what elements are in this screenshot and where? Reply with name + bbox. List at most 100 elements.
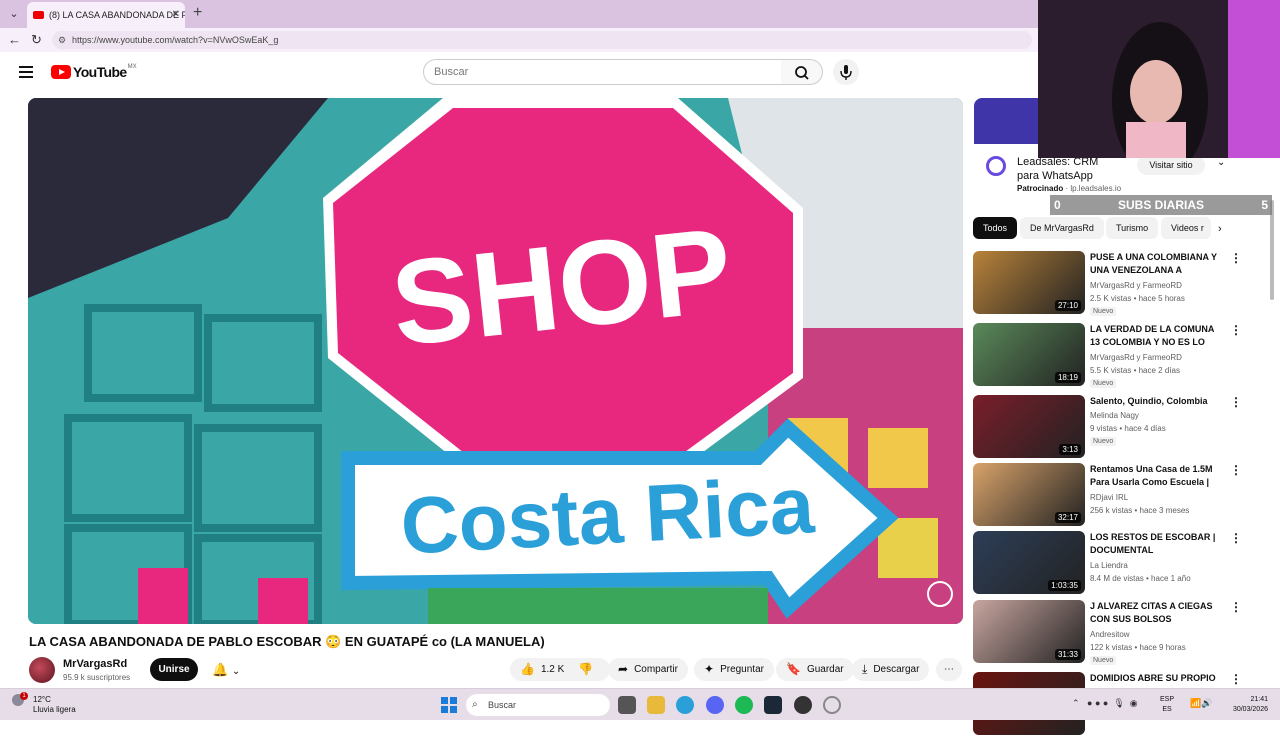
- visit-site-button[interactable]: Visitar sitio: [1137, 155, 1205, 175]
- discord-icon[interactable]: [706, 696, 724, 714]
- close-tab-icon[interactable]: ✕: [172, 2, 180, 28]
- recommendation-item[interactable]: 31:33 J ALVAREZ CITAS A CIEGAS CON SUS BO…: [973, 600, 1253, 665]
- browser-tab[interactable]: (8) LA CASA ABANDONADA DE PA ✕: [27, 2, 185, 28]
- search-button[interactable]: [781, 59, 823, 85]
- download-button[interactable]: ⤓ Descargar: [852, 658, 930, 681]
- edge-browser-icon[interactable]: [676, 696, 694, 714]
- ask-button[interactable]: ✦ Preguntar: [694, 658, 774, 681]
- address-bar-row: ← ↻ ⚙ https://www.youtube.com/watch?v=NV…: [0, 28, 1040, 52]
- start-windows-icon[interactable]: [440, 696, 458, 714]
- channel-watermark-icon[interactable]: [927, 581, 953, 607]
- chip-tourism[interactable]: Turismo: [1106, 217, 1159, 239]
- recommendation-title[interactable]: DOMIDIOS ABRE SU PROPIO: [1090, 672, 1226, 685]
- video-title: LA CASA ABANDONADA DE PABLO ESCOBAR 😳 EN…: [29, 634, 545, 649]
- recommendation-item[interactable]: 1:03:35 LOS RESTOS DE ESCOBAR | DOCUMENTA…: [973, 531, 1253, 595]
- notifications-button[interactable]: 🔔 ⌄: [206, 658, 250, 681]
- recommendation-meta: 5.5 K vistas • hace 2 días: [1090, 366, 1180, 375]
- recommendation-title[interactable]: PUSE A UNA COLOMBIANA Y UNA VENEZOLANA A…: [1090, 251, 1226, 278]
- keyboard-layout: ES: [1162, 706, 1172, 713]
- spotify-icon[interactable]: [735, 696, 753, 714]
- more-options-icon[interactable]: ⋮: [1230, 600, 1242, 614]
- more-options-icon[interactable]: ⋮: [1230, 395, 1242, 409]
- recommendation-channel[interactable]: Melinda Nagy: [1090, 411, 1139, 420]
- chip-all[interactable]: Todos: [973, 217, 1018, 239]
- new-tab-icon[interactable]: +: [193, 4, 202, 22]
- save-button[interactable]: 🔖 Guardar: [776, 658, 854, 681]
- chevron-right-icon[interactable]: ›: [1218, 223, 1222, 235]
- system-tray[interactable]: ⌃ ● ● ● 🎙 ◉: [1072, 698, 1138, 709]
- share-button[interactable]: ➦ Compartir: [608, 658, 688, 681]
- recommendation-title[interactable]: Salento, Quindio, Colombia: [1090, 395, 1226, 408]
- recommendation-item[interactable]: 3:13 Salento, Quindio, Colombia Melinda Na…: [973, 395, 1253, 459]
- ad-banner-image[interactable]: [974, 98, 1040, 144]
- like-button[interactable]: 👍 1.2 K 👎: [510, 658, 610, 681]
- recommendation-title[interactable]: LOS RESTOS DE ESCOBAR | DOCUMENTAL: [1090, 531, 1226, 557]
- search-icon: [795, 66, 809, 80]
- voice-search-button[interactable]: [833, 59, 859, 85]
- youtube-play-icon: [51, 65, 71, 79]
- task-view-icon[interactable]: [618, 696, 636, 714]
- chip-videos[interactable]: Videos r: [1161, 217, 1211, 239]
- recommendation-channel[interactable]: RDjavi IRL: [1090, 493, 1128, 502]
- video-player[interactable]: SHOP Costa Rica: [28, 98, 963, 624]
- reload-icon[interactable]: ↻: [31, 32, 42, 48]
- thumbs-down-icon[interactable]: 👎: [578, 658, 593, 681]
- subs-counter-goal: 5: [1261, 198, 1268, 212]
- site-info-icon[interactable]: ⚙: [58, 31, 66, 49]
- more-options-icon[interactable]: ⋮: [1230, 463, 1242, 477]
- video-thumbnail[interactable]: 32:17: [973, 463, 1085, 526]
- recommendation-title[interactable]: LA VERDAD DE LA COMUNA 13 COLOMBIA Y NO …: [1090, 323, 1226, 350]
- recommendation-title[interactable]: J ALVAREZ CITAS A CIEGAS CON SUS BOLSOS: [1090, 600, 1226, 626]
- app-icon[interactable]: [823, 696, 841, 714]
- wifi-volume-icon[interactable]: 📶🔊: [1190, 698, 1212, 709]
- ad-title[interactable]: Leadsales: CRM para WhatsApp: [1017, 155, 1117, 183]
- back-arrow-icon[interactable]: ←: [8, 32, 21, 47]
- clock[interactable]: 21:41 30/03/2026: [1224, 695, 1268, 715]
- scrollbar[interactable]: [1270, 200, 1274, 300]
- recommendation-meta: 8.4 M de vistas • hace 1 año: [1090, 574, 1191, 583]
- new-badge: Nuevo: [1090, 437, 1117, 446]
- recommendation-channel[interactable]: La Liendra: [1090, 561, 1128, 570]
- chevron-down-icon[interactable]: ⌄: [1217, 157, 1225, 168]
- video-thumbnail[interactable]: 1:03:35: [973, 531, 1085, 594]
- taskbar-search-input[interactable]: ⌕ Buscar: [466, 694, 610, 716]
- recommendation-item[interactable]: 27:10 PUSE A UNA COLOMBIANA Y UNA VENEZOL…: [973, 251, 1253, 316]
- obs-icon[interactable]: [794, 696, 812, 714]
- video-duration: 31:33: [1054, 649, 1081, 660]
- more-options-icon[interactable]: ⋮: [1230, 672, 1242, 686]
- video-thumbnail[interactable]: 3:13: [973, 395, 1085, 458]
- daily-subs-counter: 0 SUBS DIARIAS 5: [1050, 195, 1272, 215]
- weather-widget[interactable]: 12°C Lluvia ligera: [33, 695, 76, 715]
- join-button[interactable]: Unirse: [150, 658, 198, 681]
- more-actions-button[interactable]: ⋯: [936, 658, 962, 681]
- more-options-icon[interactable]: ⋮: [1230, 531, 1242, 545]
- recommendation-channel[interactable]: Andresitow: [1090, 630, 1130, 639]
- recommendation-channel[interactable]: MrVargasRd y FarmeoRD: [1090, 281, 1182, 290]
- file-explorer-icon[interactable]: [647, 696, 665, 714]
- channel-name[interactable]: MrVargasRd: [63, 658, 127, 670]
- recommendation-title[interactable]: Rentamos Una Casa de 1.5M Para Usarla Co…: [1090, 463, 1226, 490]
- video-thumbnail[interactable]: 27:10: [973, 251, 1085, 314]
- ask-label: Preguntar: [720, 664, 764, 675]
- save-label: Guardar: [806, 664, 844, 675]
- more-options-icon[interactable]: ⋮: [1230, 323, 1242, 337]
- video-thumbnail[interactable]: 18:19: [973, 323, 1085, 386]
- chip-channel[interactable]: De MrVargasRd: [1020, 217, 1104, 239]
- recommendation-item[interactable]: 18:19 LA VERDAD DE LA COMUNA 13 COLOMBIA …: [973, 323, 1253, 388]
- recommendation-channel[interactable]: MrVargasRd y FarmeoRD: [1090, 353, 1182, 362]
- video-duration: 3:13: [1059, 444, 1081, 455]
- date: 30/03/2026: [1232, 706, 1268, 713]
- recommendation-meta: 9 vistas • hace 4 días: [1090, 424, 1166, 433]
- language-indicator[interactable]: ESP ES: [1160, 695, 1174, 715]
- steam-icon[interactable]: [764, 696, 782, 714]
- more-options-icon[interactable]: ⋮: [1230, 251, 1242, 265]
- menu-icon[interactable]: [19, 66, 33, 78]
- channel-avatar[interactable]: [29, 657, 55, 683]
- tab-list-chevron-icon[interactable]: ⌄: [6, 6, 22, 22]
- search-input[interactable]: Buscar: [423, 59, 782, 85]
- recommendation-item[interactable]: 32:17 Rentamos Una Casa de 1.5M Para Usar…: [973, 463, 1253, 527]
- like-count: 1.2 K: [540, 664, 565, 675]
- url-field[interactable]: ⚙ https://www.youtube.com/watch?v=NVwOSw…: [52, 31, 1032, 49]
- youtube-logo[interactable]: YouTube MX: [51, 64, 137, 80]
- video-thumbnail[interactable]: 31:33: [973, 600, 1085, 663]
